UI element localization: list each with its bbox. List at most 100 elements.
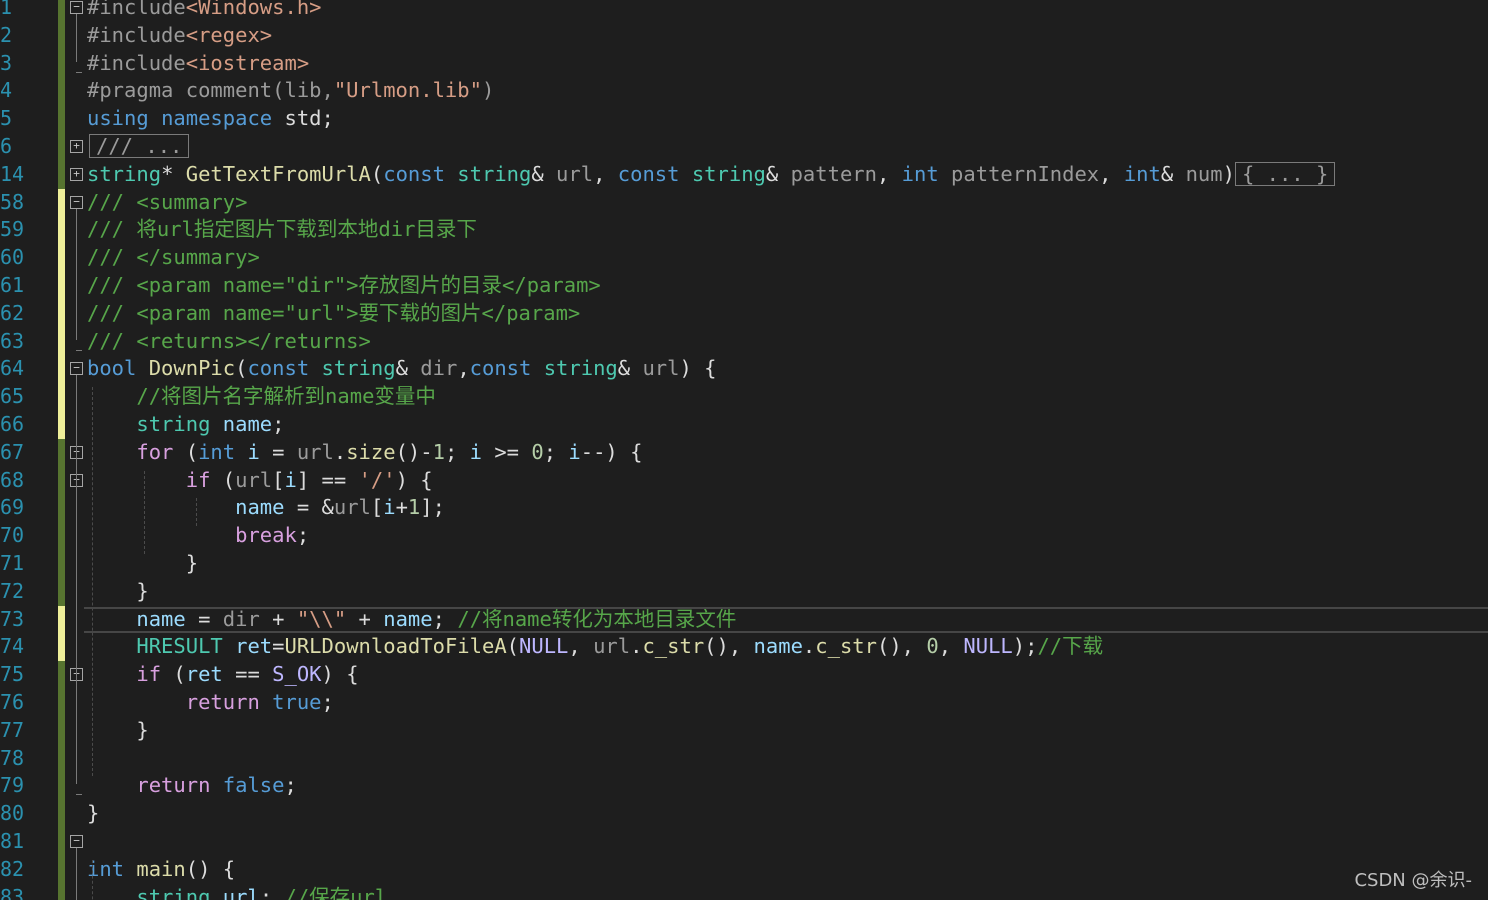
code-token: ) [481, 78, 495, 103]
code-text: /// ... [87, 133, 190, 161]
code-line[interactable]: 67− for (int i = url.size()-1; i >= 0; i… [0, 439, 1488, 467]
code-line[interactable]: 2 #include<regex> [0, 22, 1488, 50]
code-line[interactable]: 72 } [0, 578, 1488, 606]
current-line-highlight [84, 606, 1488, 633]
code-line[interactable]: 74 HRESULT ret=URLDownloadToFileA(NULL, … [0, 633, 1488, 661]
code-token: 1 [432, 439, 445, 464]
code-token: , [876, 161, 902, 186]
code-token: . [333, 439, 347, 464]
code-line[interactable]: 4 #pragma comment(lib,"Urlmon.lib") [0, 77, 1488, 105]
code-text: for (int i = url.size()-1; i >= 0; i--) … [87, 439, 642, 467]
code-line[interactable]: 82 int main() { [0, 856, 1488, 884]
code-token: } [87, 717, 149, 742]
code-token: std; [272, 106, 334, 131]
line-number: 62 [0, 300, 25, 325]
code-text: name = &url[i+1]; [87, 494, 445, 522]
code-line[interactable]: 83 string url; //保存url [0, 884, 1488, 900]
code-line[interactable]: 80} [0, 800, 1488, 828]
code-line[interactable]: 76 return true; [0, 689, 1488, 717]
code-text: return true; [87, 689, 334, 717]
code-token: ( [173, 439, 199, 464]
code-line[interactable]: 65 //将图片名字解析到name变量中 [0, 383, 1488, 411]
collapse-icon[interactable]: − [70, 835, 83, 848]
code-token: url [296, 439, 334, 464]
code-token: & [1160, 161, 1186, 186]
code-token: ; [272, 412, 285, 436]
outline-guide [76, 14, 77, 62]
code-token: using [87, 106, 149, 131]
code-token: ) { [321, 662, 359, 687]
code-token: false [222, 773, 285, 798]
code-token: /// <param name="url">要下载的图片</param> [87, 300, 581, 325]
line-number: 4 [0, 78, 13, 103]
line-number: 72 [0, 578, 25, 603]
code-token: & [617, 356, 643, 381]
code-line[interactable]: 69 name = &url[i+1]; [0, 494, 1488, 522]
code-token: (), [876, 634, 927, 659]
code-line[interactable]: 61 /// <param name="dir">存放图片的目录</param> [0, 272, 1488, 300]
collapsed-region[interactable]: /// ... [89, 134, 190, 158]
code-line[interactable]: 59 /// 将url指定图片下载到本地dir目录下 [0, 216, 1488, 244]
outline-guide [76, 848, 77, 900]
line-number: 2 [0, 22, 13, 47]
code-line[interactable]: 70 break; [0, 522, 1488, 550]
code-token: [ [370, 495, 384, 520]
code-text: //将图片名字解析到name变量中 [87, 383, 436, 411]
code-token: * [161, 161, 186, 186]
code-token: "Urlmon.lib" [333, 78, 482, 103]
code-token: i [568, 439, 581, 464]
code-token: url [642, 356, 680, 381]
code-token: /// </summary> [87, 245, 260, 270]
code-line[interactable]: 66 string name; [0, 411, 1488, 439]
code-token: url [593, 634, 631, 659]
line-number: 3 [0, 50, 13, 75]
code-token: } [87, 578, 149, 603]
code-token: ]; [420, 495, 445, 520]
line-number: 59 [0, 217, 25, 242]
code-token: ; [284, 773, 297, 798]
code-token: bool [87, 356, 137, 381]
code-line[interactable]: 62 /// <param name="url">要下载的图片</param> [0, 300, 1488, 328]
line-number: 67 [0, 439, 25, 464]
code-token: string [691, 161, 766, 186]
line-number: 14 [0, 161, 25, 186]
code-line[interactable]: 78 [0, 745, 1488, 773]
code-line[interactable]: 77 } [0, 717, 1488, 745]
line-number: 1 [0, 0, 13, 19]
code-token: & [765, 161, 791, 186]
code-token: namespace [161, 106, 273, 131]
code-token: string [136, 884, 211, 900]
code-token: } [87, 801, 100, 826]
code-line[interactable]: 5 using namespace std; [0, 105, 1488, 133]
code-line[interactable]: 6 + /// ... [0, 133, 1488, 161]
collapse-icon[interactable]: − [70, 195, 83, 209]
code-token: name [753, 634, 803, 659]
code-line[interactable]: 14 + string* GetTextFromUrlA(const string&… [0, 161, 1488, 189]
code-line[interactable]: 60 /// </summary> [0, 244, 1488, 272]
code-text: /// <summary> [87, 189, 247, 217]
code-line[interactable]: 79 return false; [0, 772, 1488, 800]
line-number: 78 [0, 745, 25, 770]
code-token: string [543, 356, 618, 381]
code-line[interactable]: 1 − #include<Windows.h> [0, 0, 1488, 22]
code-line[interactable]: 63 /// <returns></returns> [0, 328, 1488, 356]
code-line[interactable]: 75− if (ret == S_OK) { [0, 661, 1488, 689]
expand-icon[interactable]: + [70, 140, 83, 153]
code-line[interactable]: 81 − [0, 828, 1488, 856]
expand-icon[interactable]: + [70, 167, 83, 181]
code-editor[interactable]: 1− #include<Windows.h> 2 #include<regex> 3 #i… [0, 0, 1488, 900]
collapsed-region[interactable]: { ... } [1234, 161, 1336, 186]
code-line[interactable]: 64 − bool DownPic(const string& dir,const … [0, 355, 1488, 383]
code-line[interactable]: 58 −/// <summary> [0, 189, 1488, 217]
line-number: 76 [0, 690, 25, 714]
code-token: ); [1012, 634, 1038, 659]
code-line[interactable]: 71 } [0, 550, 1488, 578]
code-text: /// <param name="url">要下载的图片</param> [87, 300, 580, 328]
code-line[interactable]: 68− if (url[i] == '/') { [0, 467, 1488, 495]
code-text: /// </summary> [87, 244, 260, 272]
collapse-icon[interactable]: − [70, 1, 83, 14]
collapse-icon[interactable]: − [70, 362, 83, 376]
code-token: url [222, 884, 260, 900]
code-line[interactable]: 3 #include<iostream> [0, 50, 1488, 78]
